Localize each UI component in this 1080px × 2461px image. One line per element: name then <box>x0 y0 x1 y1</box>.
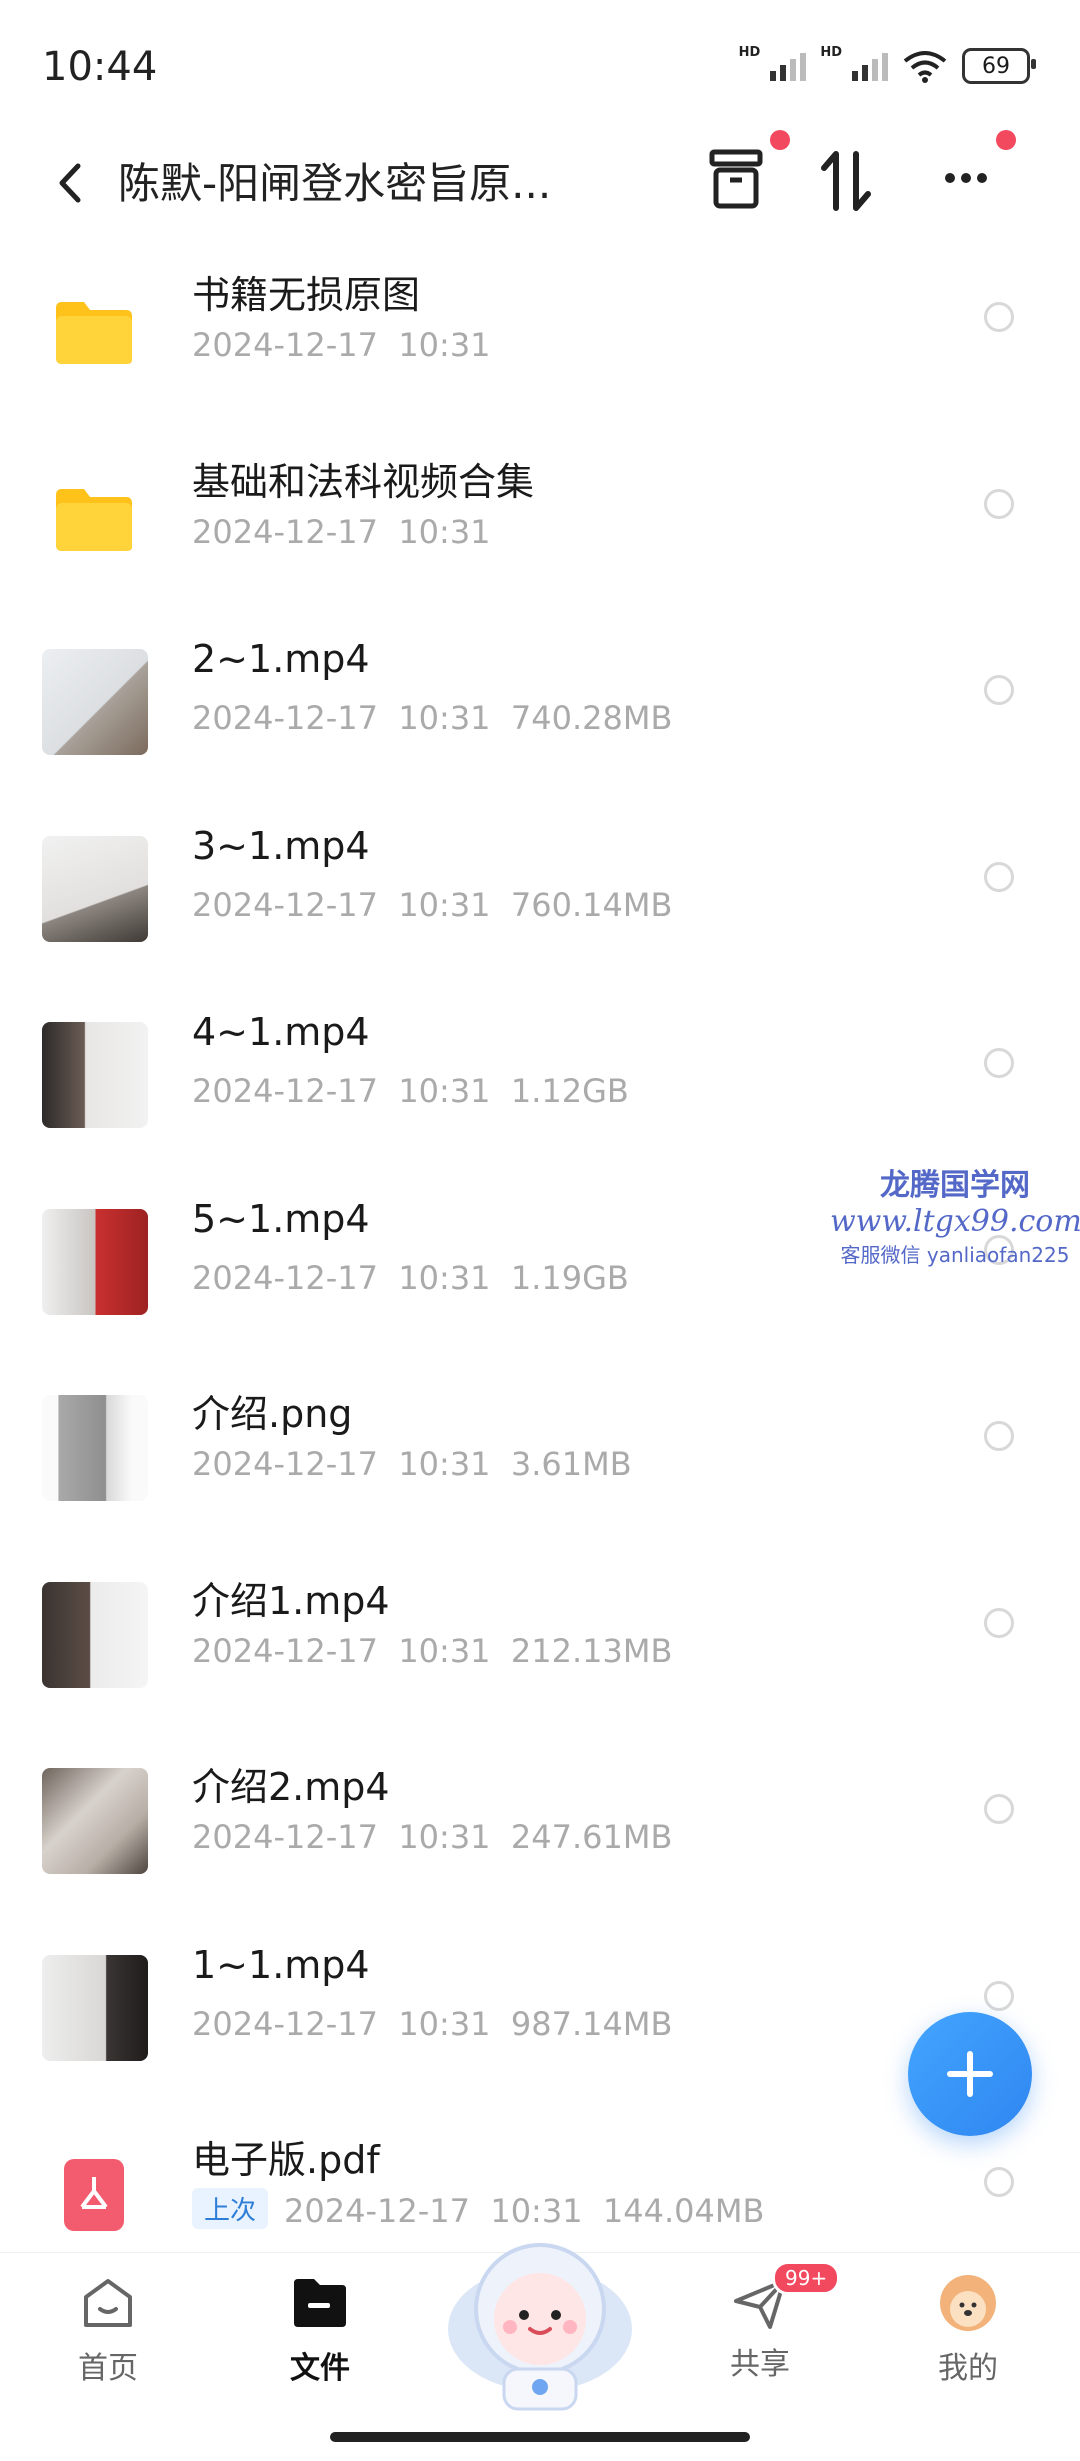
file-meta: 2024-12-17 10:31 247.61MB <box>192 1818 673 1856</box>
tab-files-label: 文件 <box>290 2351 350 2386</box>
list-item[interactable]: 4~1.mp4 2024-12-17 10:31 1.12GB <box>0 986 1080 1173</box>
more-notification-dot <box>996 130 1016 150</box>
tab-files[interactable]: 文件 <box>240 2273 400 2387</box>
file-meta: 2024-12-17 10:31 987.14MB <box>192 2004 673 2043</box>
select-checkbox[interactable] <box>984 2167 1014 2197</box>
video-thumbnail <box>42 835 148 942</box>
select-checkbox[interactable] <box>984 302 1014 332</box>
folder-icon <box>56 302 132 364</box>
watermark: 龙腾国学网 www.ltgx99.com 客服微信 yanliaofan225 <box>830 1160 1080 1268</box>
file-meta: 2024-12-17 10:31 3.61MB <box>192 1445 632 1483</box>
status-icons: HD HD 69 <box>738 44 1036 84</box>
signal-icon-1 <box>770 51 807 81</box>
file-name: 书籍无损原图 <box>192 273 421 317</box>
file-meta: 2024-12-17 10:31 740.28MB <box>192 699 673 737</box>
list-item[interactable]: 2~1.mp4 2024-12-17 10:31 740.28MB <box>0 613 1080 800</box>
list-item[interactable]: 基础和法科视频合集 2024-12-17 10:31 <box>0 427 1080 614</box>
file-name: 3~1.mp4 <box>192 823 370 868</box>
home-indicator[interactable] <box>330 2432 750 2442</box>
tab-share[interactable]: 99+ 共享 <box>680 2261 841 2383</box>
file-name: 4~1.mp4 <box>192 1010 370 1054</box>
more-icon[interactable] <box>930 140 1010 220</box>
watermark-title: 龙腾国学网 <box>880 1168 1030 1203</box>
file-meta: 2024-12-17 10:31 <box>192 326 491 364</box>
share-badge: 99+ <box>772 2261 841 2295</box>
battery-icon: 69 <box>962 48 1036 84</box>
video-thumbnail <box>42 1954 148 2061</box>
file-meta: 2024-12-17 10:31 <box>192 512 491 551</box>
select-checkbox[interactable] <box>984 1980 1014 2011</box>
file-name: 基础和法科视频合集 <box>192 459 535 504</box>
page-title: 陈默-阳闸登水密旨原... <box>118 159 552 208</box>
video-thumbnail <box>42 1581 148 1688</box>
file-meta: 2024-12-17 10:31 760.14MB <box>192 885 673 924</box>
select-checkbox[interactable] <box>984 1421 1014 1451</box>
file-meta: 2024-12-17 10:31 212.13MB <box>192 1631 673 1670</box>
select-checkbox[interactable] <box>984 1607 1014 1638</box>
avatar <box>940 2275 996 2331</box>
files-icon <box>294 2279 346 2327</box>
list-item[interactable]: 3~1.mp4 2024-12-17 10:31 760.14MB <box>0 800 1080 987</box>
add-button[interactable] <box>908 2012 1032 2136</box>
list-item[interactable]: 介绍2.mp4 2024-12-17 10:31 247.61MB <box>0 1732 1080 1919</box>
list-item[interactable]: 介绍1.mp4 2024-12-17 10:31 212.13MB <box>0 1546 1080 1733</box>
file-meta: 2024-12-17 10:31 1.12GB <box>192 1072 629 1110</box>
file-name: 介绍1.mp4 <box>192 1578 390 1623</box>
tab-mine-label: 我的 <box>938 2351 998 2386</box>
watermark-url: www.ltgx99.com <box>830 1204 1080 1239</box>
mascot-assistant-icon[interactable] <box>438 2219 642 2423</box>
file-name: 2~1.mp4 <box>192 637 370 681</box>
select-checkbox[interactable] <box>984 861 1014 892</box>
select-checkbox[interactable] <box>984 488 1014 519</box>
watermark-contact: 客服微信 yanliaofan225 <box>840 1243 1070 1267</box>
tab-share-label: 共享 <box>730 2347 790 2382</box>
top-bar: 陈默-阳闸登水密旨原... <box>0 130 1080 240</box>
file-name: 5~1.mp4 <box>192 1196 370 1241</box>
archive-notification-dot <box>770 130 790 150</box>
hd-label-2: HD <box>820 44 842 60</box>
status-time: 10:44 <box>42 44 158 90</box>
home-icon <box>84 2279 132 2327</box>
pdf-icon <box>64 2159 124 2231</box>
last-opened-tag: 上次 <box>192 2188 269 2229</box>
share-icon-wrap: 99+ <box>730 2261 841 2333</box>
select-checkbox[interactable] <box>984 1048 1014 1078</box>
file-name: 介绍.png <box>192 1392 353 1436</box>
file-name: 1~1.mp4 <box>192 1942 370 1987</box>
tab-home-label: 首页 <box>78 2351 138 2386</box>
file-meta: 2024-12-17 10:31 1.19GB <box>192 1258 629 1297</box>
select-checkbox[interactable] <box>984 1794 1014 1824</box>
list-item[interactable]: 介绍.png 2024-12-17 10:31 3.61MB <box>0 1359 1080 1546</box>
signal-icon-2 <box>852 51 888 81</box>
archive-icon[interactable] <box>700 140 780 220</box>
tab-home[interactable]: 首页 <box>28 2273 188 2387</box>
file-name: 电子版.pdf <box>192 2138 380 2182</box>
sort-icon[interactable] <box>810 140 890 220</box>
video-thumbnail <box>42 649 148 755</box>
folder-icon <box>56 488 132 551</box>
wifi-icon <box>903 51 947 83</box>
back-icon[interactable] <box>50 158 90 208</box>
video-thumbnail <box>42 1768 148 1874</box>
status-bar: 10:44 HD HD 69 <box>0 0 1080 130</box>
file-name: 介绍2.mp4 <box>192 1765 390 1809</box>
video-thumbnail <box>42 1208 148 1315</box>
list-item[interactable]: 书籍无损原图 2024-12-17 10:31 <box>0 240 1080 427</box>
tab-mine[interactable]: 我的 <box>888 2273 1048 2387</box>
video-thumbnail <box>42 1022 148 1128</box>
hd-label-1: HD <box>738 44 761 60</box>
bottom-tab-bar: 首页 文件 99+ 共享 我的 <box>0 2243 1080 2461</box>
select-checkbox[interactable] <box>984 675 1014 705</box>
image-thumbnail <box>42 1395 148 1501</box>
